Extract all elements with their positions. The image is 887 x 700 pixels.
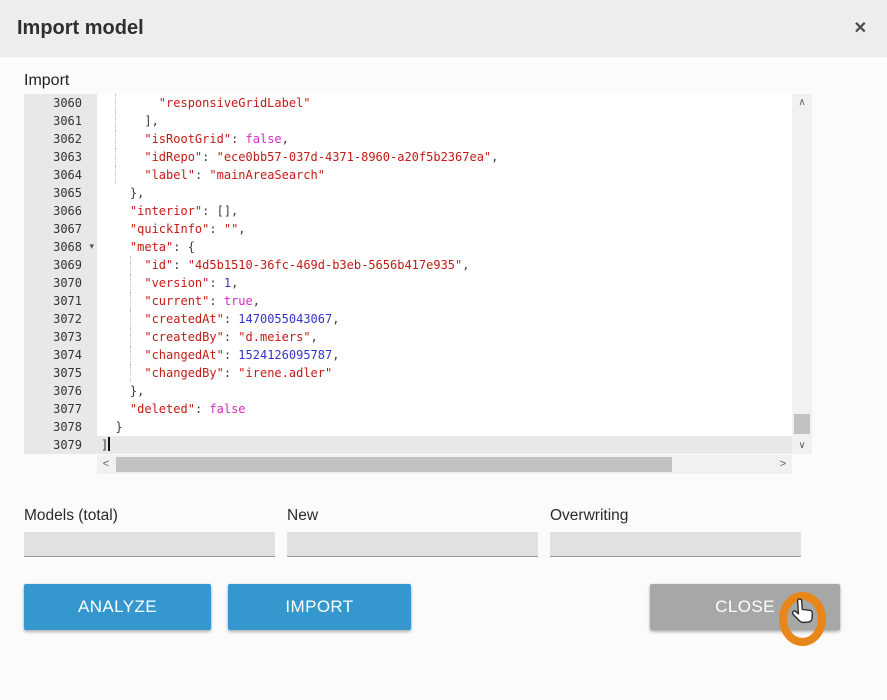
code-line[interactable]: ] xyxy=(97,436,792,454)
line-number: 3072 xyxy=(24,310,97,328)
scroll-down-icon[interactable]: ∨ xyxy=(792,437,812,454)
models-total-label: Models (total) xyxy=(24,507,275,528)
line-number: 3076 xyxy=(24,382,97,400)
code-line[interactable]: "meta": { xyxy=(97,238,792,256)
import-model-dialog: Import model ✕ Import 306030613062306330… xyxy=(0,0,887,700)
indent-guide xyxy=(115,148,116,166)
new-input[interactable] xyxy=(287,532,538,557)
overwriting-label: Overwriting xyxy=(550,507,801,528)
code-line[interactable]: "quickInfo": "", xyxy=(97,220,792,238)
code-line[interactable]: "createdBy": "d.meiers", xyxy=(97,328,792,346)
analyze-button[interactable]: ANALYZE xyxy=(24,584,211,630)
code-line[interactable]: "isRootGrid": false, xyxy=(97,130,792,148)
indent-guide xyxy=(130,364,131,382)
code-line[interactable]: "id": "4d5b1510-36fc-469d-b3eb-5656b417e… xyxy=(97,256,792,274)
line-number: 3067 xyxy=(24,220,97,238)
code-lines: "responsiveGridLabel" ], "isRootGrid": f… xyxy=(97,94,792,454)
horizontal-scrollbar[interactable]: < > xyxy=(97,455,792,474)
code-line[interactable]: } xyxy=(97,418,792,436)
indent-guide xyxy=(130,274,131,292)
line-number: 3068▾ xyxy=(24,238,97,256)
code-line[interactable]: ], xyxy=(97,112,792,130)
line-number: 3063 xyxy=(24,148,97,166)
scroll-right-icon[interactable]: > xyxy=(774,455,792,474)
scroll-left-icon[interactable]: < xyxy=(97,455,115,474)
code-line[interactable]: "createdAt": 1470055043067, xyxy=(97,310,792,328)
vertical-scroll-track[interactable] xyxy=(792,111,812,437)
models-total-input[interactable] xyxy=(24,532,275,557)
indent-guide xyxy=(130,256,131,274)
vertical-scrollbar[interactable]: ∧ ∨ xyxy=(792,94,812,454)
hand-cursor-icon xyxy=(788,596,818,630)
line-number: 3066 xyxy=(24,202,97,220)
vertical-scroll-thumb[interactable] xyxy=(794,414,810,434)
field-new: New xyxy=(287,507,538,557)
line-number: 3075 xyxy=(24,364,97,382)
indent-guide xyxy=(130,328,131,346)
line-number: 3065 xyxy=(24,184,97,202)
line-number: 3071 xyxy=(24,292,97,310)
close-icon[interactable]: ✕ xyxy=(854,21,867,37)
code-line[interactable]: "changedAt": 1524126095787, xyxy=(97,346,792,364)
field-overwriting: Overwriting xyxy=(550,507,801,557)
line-number: 3073 xyxy=(24,328,97,346)
new-label: New xyxy=(287,507,538,528)
code-line[interactable]: "deleted": false xyxy=(97,400,792,418)
indent-guide xyxy=(115,94,116,112)
dialog-body: Import 306030613062306330643065306630673… xyxy=(0,70,887,630)
indent-guide xyxy=(115,112,116,130)
code-line[interactable]: "idRepo": "ece0bb57-037d-4371-8960-a20f5… xyxy=(97,148,792,166)
indent-guide xyxy=(130,346,131,364)
line-number: 3069 xyxy=(24,256,97,274)
scroll-up-icon[interactable]: ∧ xyxy=(792,94,812,111)
overwriting-input[interactable] xyxy=(550,532,801,557)
json-code-editor[interactable]: 306030613062306330643065306630673068▾306… xyxy=(24,94,812,474)
line-number: 3070 xyxy=(24,274,97,292)
line-number: 3061 xyxy=(24,112,97,130)
indent-guide xyxy=(130,292,131,310)
code-line[interactable]: "current": true, xyxy=(97,292,792,310)
indent-guide xyxy=(115,166,116,184)
text-caret xyxy=(108,437,110,451)
dialog-header: Import model ✕ xyxy=(0,0,887,57)
editor-code-area[interactable]: "responsiveGridLabel" ], "isRootGrid": f… xyxy=(97,94,792,454)
code-line[interactable]: "responsiveGridLabel" xyxy=(97,94,792,112)
editor-gutter: 306030613062306330643065306630673068▾306… xyxy=(24,94,97,454)
indent-guide xyxy=(115,130,116,148)
code-line[interactable]: }, xyxy=(97,184,792,202)
code-line[interactable]: "interior": [], xyxy=(97,202,792,220)
dialog-actions: ANALYZE IMPORT CLOSE xyxy=(24,584,863,630)
line-number: 3077 xyxy=(24,400,97,418)
line-number: 3074 xyxy=(24,346,97,364)
code-line[interactable]: }, xyxy=(97,382,792,400)
field-models-total: Models (total) xyxy=(24,507,275,557)
horizontal-scroll-track[interactable] xyxy=(115,455,774,474)
code-line[interactable]: "changedBy": "irene.adler" xyxy=(97,364,792,382)
line-number: 3078 xyxy=(24,418,97,436)
summary-fields-row: Models (total) New Overwriting xyxy=(24,507,863,557)
horizontal-scroll-thumb[interactable] xyxy=(116,457,672,472)
code-line[interactable]: "label": "mainAreaSearch" xyxy=(97,166,792,184)
import-button[interactable]: IMPORT xyxy=(228,584,411,630)
code-line[interactable]: "version": 1, xyxy=(97,274,792,292)
line-number: 3062 xyxy=(24,130,97,148)
import-editor-label: Import xyxy=(24,70,863,92)
dialog-title: Import model xyxy=(17,17,854,40)
indent-guide xyxy=(130,310,131,328)
line-number: 3064 xyxy=(24,166,97,184)
line-number: 3060 xyxy=(24,94,97,112)
line-number: 3079 xyxy=(24,436,97,454)
fold-arrow-icon[interactable]: ▾ xyxy=(89,238,94,256)
